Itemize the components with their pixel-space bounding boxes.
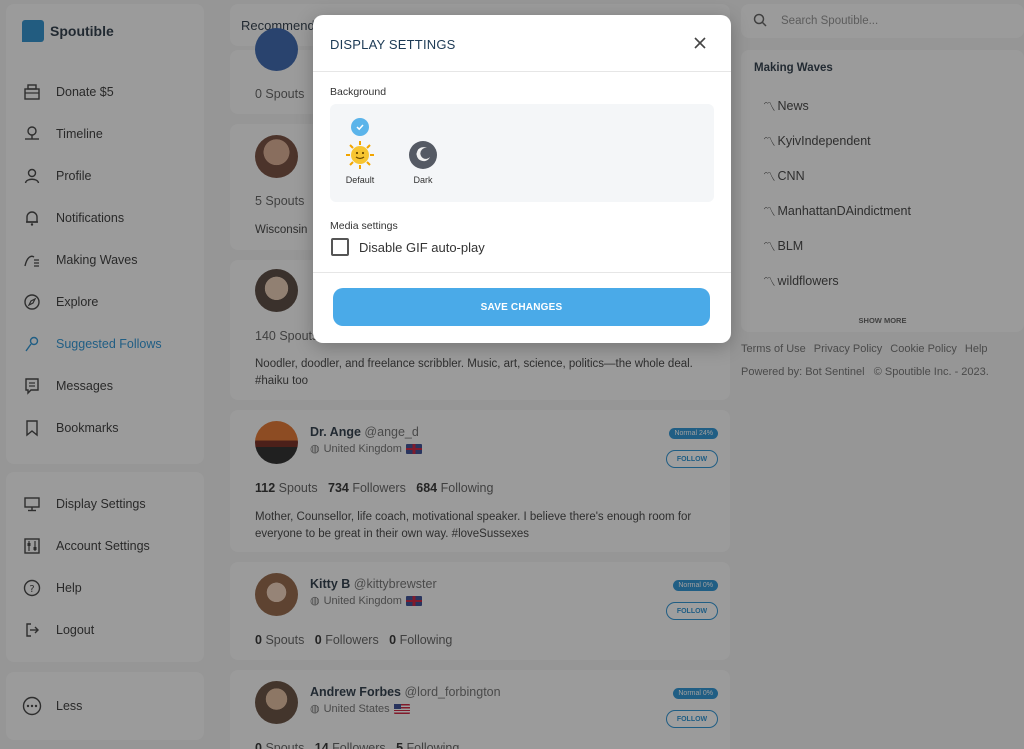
- theme-label: Default: [345, 175, 375, 185]
- moon-icon: [409, 141, 437, 169]
- media-settings-label: Media settings: [330, 220, 398, 232]
- divider: [313, 71, 731, 72]
- disable-gif-autoplay-option[interactable]: Disable GIF auto-play: [331, 238, 485, 256]
- sun-icon: [346, 141, 374, 169]
- checkmark-icon: [351, 118, 369, 136]
- modal-title: DISPLAY SETTINGS: [330, 37, 456, 52]
- display-settings-modal: DISPLAY SETTINGS Background Default Dark…: [313, 15, 731, 343]
- save-changes-button[interactable]: SAVE CHANGES: [333, 288, 710, 326]
- close-icon[interactable]: [691, 34, 709, 52]
- background-options: Default Dark: [330, 104, 714, 202]
- background-label: Background: [330, 86, 387, 98]
- disable-gif-checkbox[interactable]: [331, 238, 349, 256]
- divider: [313, 272, 731, 273]
- theme-label: Dark: [413, 175, 433, 185]
- disable-gif-label: Disable GIF auto-play: [359, 239, 485, 255]
